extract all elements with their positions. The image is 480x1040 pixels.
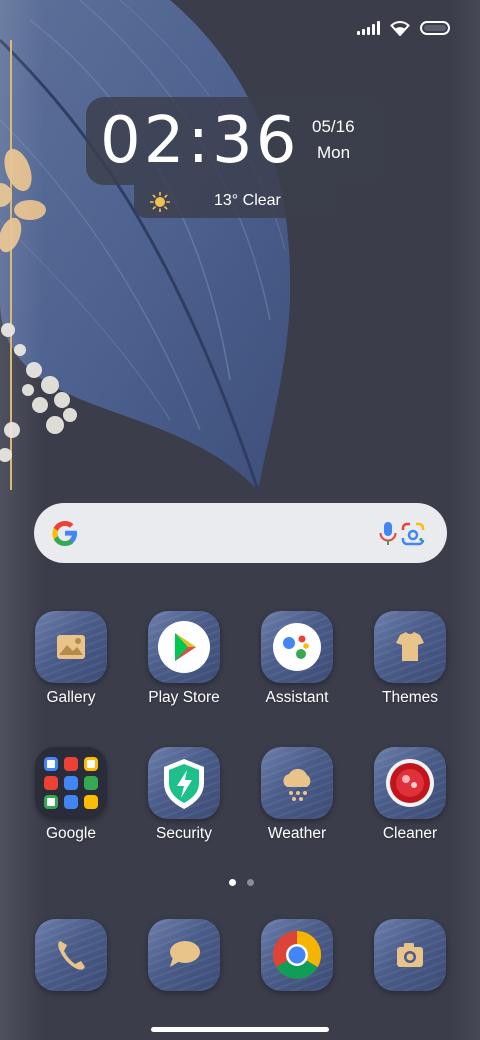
dock-messages[interactable]	[129, 919, 239, 1039]
app-gallery[interactable]: Gallery	[16, 611, 126, 731]
signal-icon	[357, 21, 380, 35]
weather-icon	[261, 747, 333, 819]
google-g-icon	[52, 521, 77, 546]
app-assistant[interactable]: Assistant	[242, 611, 352, 731]
app-label: Assistant	[265, 689, 329, 706]
assistant-icon	[261, 611, 333, 683]
google-folder-icon	[35, 747, 107, 819]
weather-widget[interactable]: 13° Clear	[134, 185, 336, 218]
sun-icon	[150, 192, 170, 212]
app-themes[interactable]: Themes	[355, 611, 465, 731]
messages-icon	[148, 919, 220, 991]
weather-text: 13° Clear	[214, 192, 281, 209]
app-label: Gallery	[46, 689, 96, 706]
chrome-icon	[261, 919, 333, 991]
battery-icon	[420, 21, 450, 35]
app-security[interactable]: Security	[129, 747, 239, 867]
app-label: Themes	[382, 689, 438, 706]
app-google-folder[interactable]: Google	[16, 747, 126, 867]
page-dot-active	[229, 879, 236, 886]
wifi-icon	[390, 21, 410, 36]
app-cleaner[interactable]: Cleaner	[355, 747, 465, 867]
play-store-icon	[148, 611, 220, 683]
app-label: Weather	[267, 825, 327, 842]
clock-time: 02:36	[100, 104, 300, 178]
dock-chrome[interactable]	[242, 919, 352, 1039]
dock-camera[interactable]	[355, 919, 465, 1039]
clock-date: 05/16	[312, 117, 355, 136]
phone-icon	[35, 919, 107, 991]
app-label: Google	[46, 825, 96, 842]
home-indicator[interactable]	[151, 1027, 329, 1032]
app-label: Play Store	[148, 689, 220, 706]
clock-widget[interactable]: 02:36 05/16 Mon	[86, 97, 386, 185]
google-search-bar[interactable]	[34, 503, 447, 563]
lens-icon[interactable]	[400, 521, 426, 547]
themes-icon	[374, 611, 446, 683]
clock-day: Mon	[317, 143, 351, 162]
page-dot	[247, 879, 254, 886]
app-label: Cleaner	[382, 825, 438, 842]
gallery-icon	[35, 611, 107, 683]
camera-icon	[374, 919, 446, 991]
mic-icon[interactable]	[376, 521, 400, 547]
status-bar	[357, 16, 450, 40]
app-weather[interactable]: Weather	[242, 747, 352, 867]
edge-shade-right	[450, 0, 480, 1040]
security-icon	[148, 747, 220, 819]
page-indicator[interactable]	[229, 879, 254, 886]
cleaner-icon	[374, 747, 446, 819]
dock-phone[interactable]	[16, 919, 126, 1039]
app-play-store[interactable]: Play Store	[129, 611, 239, 731]
app-label: Security	[156, 825, 212, 842]
